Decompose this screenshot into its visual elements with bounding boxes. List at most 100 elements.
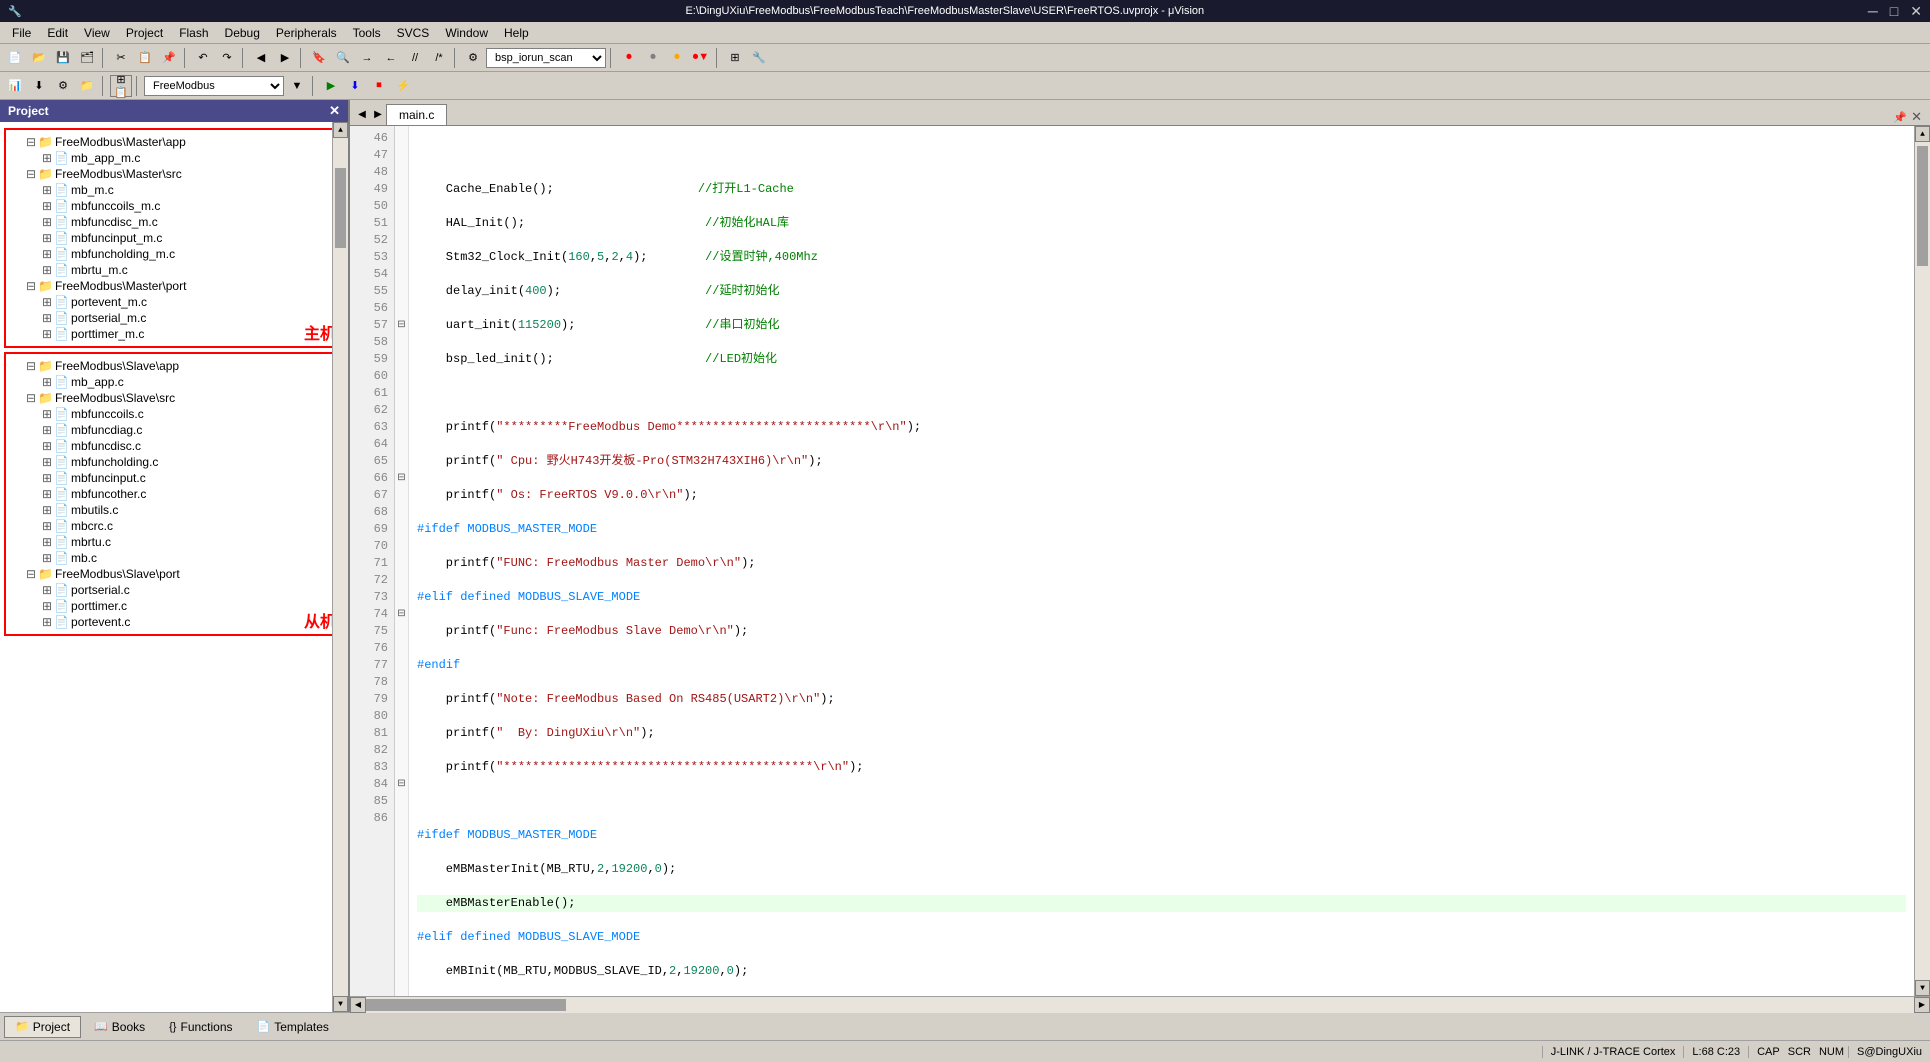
editor-hscrollbar[interactable]: ◀ ▶	[350, 996, 1930, 1012]
minimize-button[interactable]: ─	[1868, 3, 1878, 20]
debug-stop-button[interactable]: ⏹	[368, 75, 390, 97]
dropdown-arrow[interactable]: ▼	[286, 75, 308, 97]
scroll-track[interactable]	[333, 138, 348, 996]
tree-file-mbfuncholding[interactable]: ⊞ 📄 mbfuncholding.c	[8, 454, 340, 470]
project-dropdown[interactable]: FreeModbus	[144, 76, 284, 96]
editor-tab-arrow-left[interactable]: ◀	[354, 105, 370, 125]
scroll-up-arrow[interactable]: ▲	[333, 122, 348, 138]
tree-file-mbfuncdiag[interactable]: ⊞ 📄 mbfuncdiag.c	[8, 422, 340, 438]
save-button[interactable]: 💾	[52, 47, 74, 69]
tree-folder-master-src[interactable]: ⊟ 📁 FreeModbus\Master\src	[8, 166, 340, 182]
menu-window[interactable]: Window	[437, 24, 496, 42]
hscroll-thumb[interactable]	[366, 999, 566, 1011]
tree-file-mbfuncdisc[interactable]: ⊞ 📄 mbfuncdisc.c	[8, 438, 340, 454]
new-file-button[interactable]: 📄	[4, 47, 26, 69]
tree-folder-master-port[interactable]: ⊟ 📁 FreeModbus\Master\port	[8, 278, 340, 294]
build-target-button[interactable]: ⚙	[462, 47, 484, 69]
tab-templates[interactable]: 📄 Templates	[246, 1016, 340, 1038]
menu-file[interactable]: File	[4, 24, 39, 42]
editor-scroll-thumb[interactable]	[1917, 146, 1928, 266]
menu-help[interactable]: Help	[496, 24, 537, 42]
bookmark-button[interactable]: 🔖	[308, 47, 330, 69]
tree-file-mbutils[interactable]: ⊞ 📄 mbutils.c	[8, 502, 340, 518]
tree-file-mbfunccoils[interactable]: ⊞ 📄 mbfunccoils.c	[8, 406, 340, 422]
flash-download-button[interactable]: ⚡	[392, 75, 414, 97]
editor-pin-button[interactable]: 📌	[1893, 111, 1907, 125]
sidebar-close-button[interactable]: ✕	[329, 103, 340, 119]
hscroll-left[interactable]: ◀	[350, 997, 366, 1013]
outdent-button[interactable]: ←	[380, 47, 402, 69]
tab-main-c[interactable]: main.c	[386, 104, 447, 125]
menu-debug[interactable]: Debug	[217, 24, 268, 42]
tree-file-mbcrc[interactable]: ⊞ 📄 mbcrc.c	[8, 518, 340, 534]
step-button[interactable]: ⏺▼	[690, 47, 712, 69]
undo-button[interactable]: ↶	[192, 47, 214, 69]
menu-edit[interactable]: Edit	[39, 24, 76, 42]
editor-scroll-track[interactable]	[1915, 142, 1930, 980]
redo-button[interactable]: ↷	[216, 47, 238, 69]
tab-books[interactable]: 📖 Books	[83, 1016, 156, 1038]
debug-start-button[interactable]: ▶	[320, 75, 342, 97]
uncomment-button[interactable]: /*	[428, 47, 450, 69]
editor-scroll-up[interactable]: ▲	[1915, 126, 1930, 142]
tree-file-porttimer-m[interactable]: ⊞ 📄 porttimer_m.c	[8, 326, 340, 342]
tree-file-mbfuncdisc-m[interactable]: ⊞ 📄 mbfuncdisc_m.c	[8, 214, 340, 230]
multiproject-button[interactable]: 📁	[76, 75, 98, 97]
tree-file-mbfuncholding-m[interactable]: ⊞ 📄 mbfuncholding_m.c	[8, 246, 340, 262]
tree-file-mb[interactable]: ⊞ 📄 mb.c	[8, 550, 340, 566]
comment-button[interactable]: //	[404, 47, 426, 69]
settings-button[interactable]: 🔧	[748, 47, 770, 69]
editor-close-tab-button[interactable]: ✕	[1911, 110, 1922, 125]
tab-project[interactable]: 📁 Project	[4, 1016, 81, 1038]
scroll-thumb[interactable]	[335, 168, 346, 248]
tree-file-mb-app[interactable]: ⊞ 📄 mb_app.c	[8, 374, 340, 390]
menu-flash[interactable]: Flash	[171, 24, 216, 42]
maximize-button[interactable]: □	[1890, 3, 1898, 20]
sidebar-scrollbar[interactable]: ▲ ▼	[332, 122, 348, 1012]
tree-file-mbfuncinput[interactable]: ⊞ 📄 mbfuncinput.c	[8, 470, 340, 486]
tree-file-portserial[interactable]: ⊞ 📄 portserial.c	[8, 582, 340, 598]
manage-button[interactable]: ⊞📋	[110, 75, 132, 97]
tree-folder-slave-app[interactable]: ⊟ 📁 FreeModbus\Slave\app	[8, 358, 340, 374]
sidebar-content[interactable]: ⊟ 📁 FreeModbus\Master\app ⊞ 📄 mb_app_m.c…	[0, 122, 348, 1012]
save-all-button[interactable]: 🗂	[76, 47, 98, 69]
code-content[interactable]: Cache_Enable(); //打开L1-Cache HAL_Init();…	[409, 126, 1914, 996]
editor-scrollbar[interactable]: ▲ ▼	[1914, 126, 1930, 996]
close-button[interactable]: ✕	[1910, 3, 1922, 20]
nav-fwd-button[interactable]: ▶	[274, 47, 296, 69]
tree-file-mb-app-m[interactable]: ⊞ 📄 mb_app_m.c	[8, 150, 340, 166]
scroll-down-arrow[interactable]: ▼	[333, 996, 348, 1012]
menu-project[interactable]: Project	[118, 24, 171, 42]
tree-file-mbfuncinput-m[interactable]: ⊞ 📄 mbfuncinput_m.c	[8, 230, 340, 246]
paste-button[interactable]: 📌	[158, 47, 180, 69]
target-dropdown[interactable]: bsp_iorun_scan	[486, 48, 606, 68]
run-button[interactable]: ⏺	[618, 47, 640, 69]
tree-file-mb-m[interactable]: ⊞ 📄 mb_m.c	[8, 182, 340, 198]
menu-view[interactable]: View	[76, 24, 118, 42]
tree-file-portevent[interactable]: ⊞ 📄 portevent.c	[8, 614, 340, 630]
tree-file-mbrtu[interactable]: ⊞ 📄 mbrtu.c	[8, 534, 340, 550]
tree-file-portevent-m[interactable]: ⊞ 📄 portevent_m.c	[8, 294, 340, 310]
find-button[interactable]: 🔍	[332, 47, 354, 69]
download-code-button[interactable]: ⬇	[344, 75, 366, 97]
open-file-button[interactable]: 📂	[28, 47, 50, 69]
download-button[interactable]: ⬇	[28, 75, 50, 97]
nav-back-button[interactable]: ◀	[250, 47, 272, 69]
menu-svcs[interactable]: SVCS	[389, 24, 438, 42]
translate-button[interactable]: 📊	[4, 75, 26, 97]
tree-folder-master-app[interactable]: ⊟ 📁 FreeModbus\Master\app	[8, 134, 340, 150]
tree-file-mbfuncother[interactable]: ⊞ 📄 mbfuncother.c	[8, 486, 340, 502]
window-btn[interactable]: ⊞	[724, 47, 746, 69]
copy-button[interactable]: 📋	[134, 47, 156, 69]
menu-tools[interactable]: Tools	[345, 24, 389, 42]
tree-file-mbrtu-m[interactable]: ⊞ 📄 mbrtu_m.c	[8, 262, 340, 278]
tab-functions[interactable]: {} Functions	[158, 1016, 243, 1038]
editor-tab-arrow-right[interactable]: ▶	[370, 105, 386, 125]
cut-button[interactable]: ✂	[110, 47, 132, 69]
target-config-button[interactable]: ⚙	[52, 75, 74, 97]
tree-folder-slave-port[interactable]: ⊟ 📁 FreeModbus\Slave\port	[8, 566, 340, 582]
tree-file-porttimer[interactable]: ⊞ 📄 porttimer.c	[8, 598, 340, 614]
tree-file-portserial-m[interactable]: ⊞ 📄 portserial_m.c	[8, 310, 340, 326]
tree-folder-slave-src[interactable]: ⊟ 📁 FreeModbus\Slave\src	[8, 390, 340, 406]
editor-scroll-down[interactable]: ▼	[1915, 980, 1930, 996]
